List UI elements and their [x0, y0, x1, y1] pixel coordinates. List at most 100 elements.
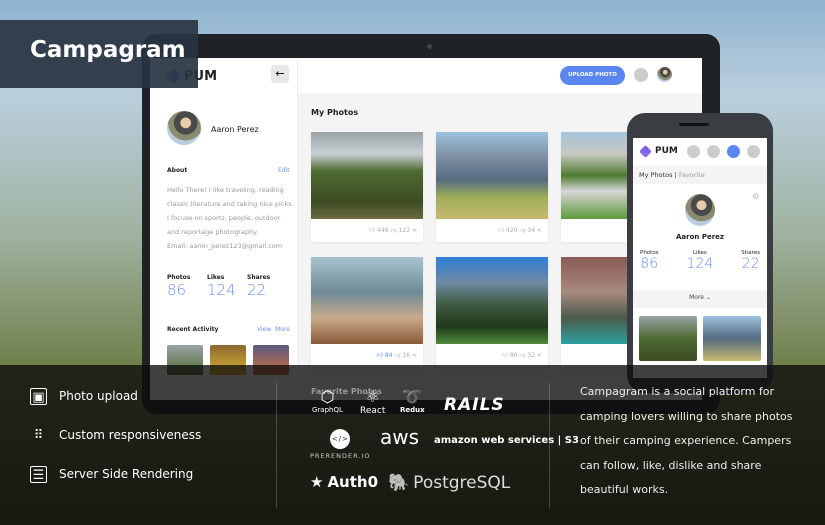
upload-photo-button[interactable]: UPLOAD PHOTO	[560, 66, 625, 85]
photo[interactable]	[311, 132, 423, 219]
feature-photo-upload: ▣ Photo upload	[30, 386, 201, 406]
bio-line: I focuse on sports, people, outdoor	[167, 214, 281, 222]
photo-card[interactable]: 👍︎ 80 👎︎ 32 <	[436, 257, 548, 367]
laptop-camera	[427, 44, 432, 49]
tech-label: Auth0	[327, 473, 379, 491]
amazon-s3-logo: amazon web services | S3	[434, 435, 579, 446]
prerender-logo: </> PRERENDER.IO	[310, 429, 371, 460]
stat-shares: Shares 22	[741, 250, 760, 272]
email-line: Email: aaron_perez123@gmail.com	[167, 242, 283, 250]
dislike-icon[interactable]: 👎︎	[519, 352, 525, 359]
search-icon[interactable]	[634, 68, 648, 82]
graphql-icon: ⬡	[320, 387, 335, 406]
phone-logo[interactable]: PUM	[639, 144, 678, 158]
stat-label: Likes	[207, 274, 225, 281]
description: Campagram is a social platform for campi…	[580, 385, 793, 496]
profile-name: Aaron Perez	[211, 125, 259, 134]
phone-screen: PUM My Photos | Favorite ⚙ Aaron Perez P…	[633, 138, 767, 378]
about-label: About	[167, 167, 188, 174]
like-count: 80	[509, 352, 518, 359]
photo[interactable]	[436, 132, 548, 219]
phone-stats: Photos 86 Likes 124 Shares 22	[640, 250, 760, 272]
photo-actions: 👍︎ 446 👎︎ 122 <	[311, 219, 423, 234]
bio-line: classic literature and taking nice picks…	[167, 200, 294, 208]
photo-actions: 👍︎ 420 👎︎ 34 <	[436, 219, 548, 234]
tab-my-photos[interactable]: My Photos	[639, 171, 672, 179]
tech-label: Redux	[400, 406, 425, 414]
bio: Hello There! I like traveling, reading c…	[167, 183, 297, 253]
more-button[interactable]: More ⌄	[633, 294, 767, 301]
dislike-count: 32	[527, 352, 536, 359]
photo-card[interactable]: 👍︎ 420 👎︎ 34 <	[436, 132, 548, 242]
redux-logo: ➰ Redux	[400, 387, 425, 414]
elephant-icon: 🐘	[388, 473, 410, 493]
photo-actions: 👍︎ 80 👎︎ 32 <	[436, 344, 548, 359]
postgresql-logo: 🐘 PostgreSQL	[388, 473, 510, 493]
dislike-icon[interactable]: 👎︎	[391, 227, 397, 234]
phone-photo[interactable]	[703, 316, 761, 361]
stat-label: Photos	[167, 274, 191, 281]
stat-photos: Photos 86	[640, 250, 659, 272]
photo-actions: 👍︎ 84 👎︎ 16 <	[311, 344, 423, 359]
aws-logo: aws	[380, 425, 420, 449]
stat-shares: Shares 22	[247, 274, 287, 299]
like-icon[interactable]: 👍︎	[369, 227, 375, 234]
laptop-screen: PUM ← Aaron Perez About Edit Hello There…	[150, 58, 702, 400]
share-icon[interactable]: <	[537, 352, 542, 359]
profile-icon[interactable]	[727, 145, 740, 158]
rails-logo: RAILS	[444, 395, 505, 415]
photo-card[interactable]: 👍︎ 84 👎︎ 16 <	[311, 257, 423, 367]
feature-label: Photo upload	[59, 389, 138, 403]
phone-avatar	[685, 194, 715, 226]
recent-activity-label: Recent Activity	[167, 326, 219, 333]
stat-label: Shares	[247, 274, 271, 281]
stat-value: 22	[247, 281, 267, 299]
back-arrow-button[interactable]: ←	[271, 65, 289, 83]
like-count: 446	[377, 227, 389, 234]
stat-value: 86	[640, 256, 659, 272]
search-icon[interactable]	[687, 145, 700, 158]
feature-ssr: ☰ Server Side Rendering	[30, 464, 201, 484]
my-photos-heading: My Photos	[311, 108, 359, 117]
header-avatar[interactable]	[657, 67, 672, 82]
stat-value: 124	[207, 281, 236, 299]
like-icon[interactable]: 👍︎	[498, 227, 504, 234]
gear-icon[interactable]: ⚙	[752, 192, 759, 201]
react-icon: ⚛	[365, 387, 380, 406]
like-icon[interactable]: 👍︎	[502, 352, 508, 359]
image-icon: ▣	[30, 387, 47, 405]
photo-card[interactable]: 👍︎ 446 👎︎ 122 <	[311, 132, 423, 242]
photo[interactable]	[311, 257, 423, 344]
dislike-count: 122	[398, 227, 411, 234]
share-icon[interactable]: <	[412, 352, 417, 359]
redux-icon: ➰	[402, 387, 423, 406]
logo-text: PUM	[655, 146, 678, 156]
photo[interactable]	[436, 257, 548, 344]
phone-photo[interactable]	[639, 316, 697, 361]
sidebar: PUM ← Aaron Perez About Edit Hello There…	[150, 58, 298, 400]
stat-value: 86	[167, 281, 187, 299]
tech-label: PostgreSQL	[413, 473, 511, 493]
share-icon[interactable]: <	[537, 227, 542, 234]
upload-icon[interactable]	[707, 145, 720, 158]
tab-favorite[interactable]: Favorite	[679, 171, 705, 179]
tech-label: PRERENDER.IO	[310, 452, 371, 460]
code-icon: </>	[330, 429, 351, 449]
view-more-link[interactable]: View More	[257, 326, 290, 333]
edit-link[interactable]: Edit	[278, 167, 290, 174]
stat-value: 22	[741, 256, 760, 272]
grid-icon: ⠿	[33, 427, 44, 443]
shield-star-icon: ★	[310, 473, 324, 491]
avatar[interactable]	[167, 111, 201, 145]
like-icon[interactable]: 👍︎	[377, 352, 383, 359]
feature-list: ▣ Photo upload ⠿ Custom responsiveness ☰ Se…	[30, 386, 201, 484]
dislike-icon[interactable]: 👎︎	[519, 227, 525, 234]
top-header: UPLOAD PHOTO	[298, 58, 702, 93]
menu-icon[interactable]	[747, 145, 760, 158]
logo-diamond-icon	[639, 144, 652, 158]
like-count: 84	[384, 352, 393, 359]
feature-responsiveness: ⠿ Custom responsiveness	[30, 425, 201, 445]
share-icon[interactable]: <	[412, 227, 417, 234]
tech-label: GraphQL	[312, 406, 343, 414]
dislike-icon[interactable]: 👎︎	[394, 352, 400, 359]
